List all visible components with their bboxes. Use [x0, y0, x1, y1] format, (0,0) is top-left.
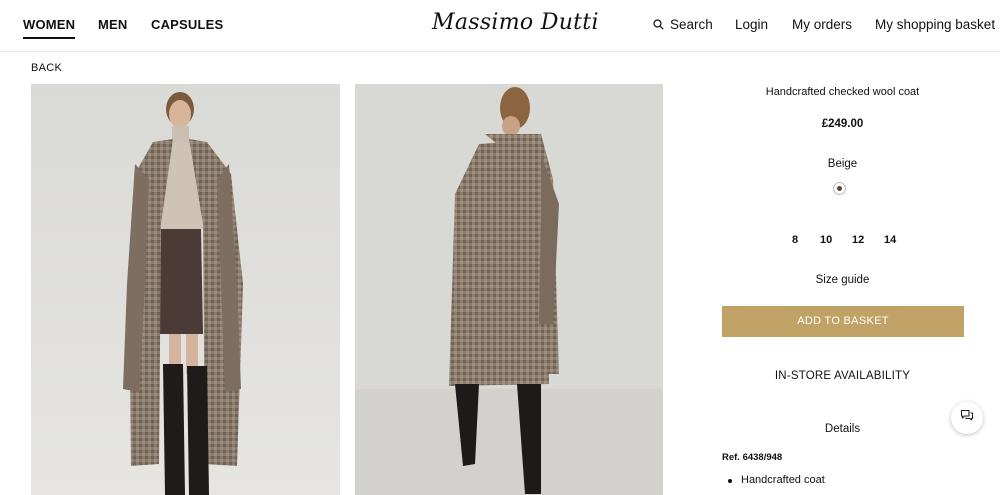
feature-list-item: Handcrafted coat: [728, 474, 825, 486]
product-name: Handcrafted checked wool coat: [765, 86, 920, 98]
feature-text: Handcrafted coat: [741, 474, 825, 486]
nav-women[interactable]: WOMEN: [23, 17, 76, 39]
search-button[interactable]: Search: [653, 17, 713, 32]
size-option[interactable]: 8: [792, 234, 798, 246]
size-option[interactable]: 12: [852, 234, 864, 246]
color-swatch-beige[interactable]: [833, 182, 846, 195]
in-store-availability-link[interactable]: IN-STORE AVAILABILITY: [705, 370, 980, 382]
product-image-back[interactable]: [355, 84, 663, 495]
back-link[interactable]: BACK: [31, 62, 62, 74]
brand-logo[interactable]: Massimo Dutti: [432, 10, 599, 35]
search-label: Search: [670, 17, 713, 32]
add-to-basket-button[interactable]: ADD TO BASKET: [722, 306, 964, 337]
chat-button[interactable]: [951, 402, 983, 434]
product-image-front[interactable]: [31, 84, 340, 495]
shopping-basket-link[interactable]: My shopping basket: [875, 17, 995, 32]
color-name: Beige: [827, 158, 858, 170]
product-price: £249.00: [821, 118, 864, 130]
nav-men[interactable]: MEN: [98, 17, 128, 37]
site-header: WOMEN MEN CAPSULES Massimo Dutti Search …: [0, 0, 1000, 52]
search-icon: [653, 19, 664, 30]
size-guide-link[interactable]: Size guide: [705, 274, 980, 286]
my-orders-link[interactable]: My orders: [792, 17, 852, 32]
nav-capsules[interactable]: CAPSULES: [151, 17, 223, 37]
login-link[interactable]: Login: [735, 17, 768, 32]
size-option[interactable]: 14: [884, 234, 896, 246]
details-heading[interactable]: Details: [705, 423, 980, 435]
product-reference: Ref. 6438/948: [722, 452, 783, 463]
chat-icon: [960, 409, 974, 427]
size-option[interactable]: 10: [820, 234, 832, 246]
